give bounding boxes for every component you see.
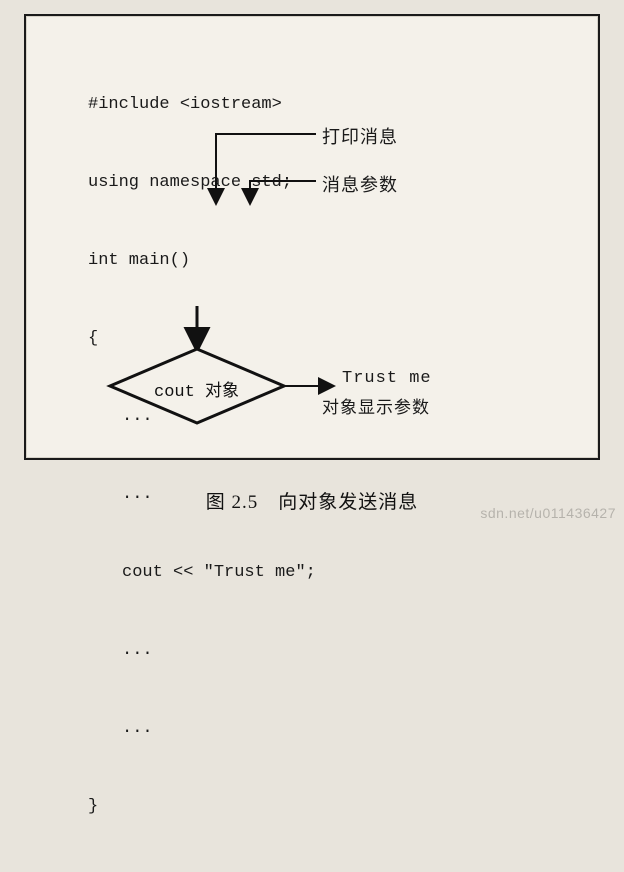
diagram-frame: #include <iostream> using namespace std;… [24, 14, 600, 460]
code-line: ... [88, 716, 316, 742]
code-line: #include <iostream> [88, 92, 316, 118]
annotation-print-message: 打印消息 [322, 123, 398, 149]
annotation-message-param: 消息参数 [322, 171, 398, 197]
diamond-text-en: cout [154, 383, 205, 402]
string-literal: "Trust me" [204, 563, 306, 582]
diamond-label: cout 对象 [154, 376, 239, 402]
code-line: ... [88, 404, 316, 430]
output-text: Trust me [342, 369, 432, 388]
cout-token: cout << [122, 563, 204, 582]
code-line: { [88, 326, 316, 352]
code-block: #include <iostream> using namespace std;… [88, 40, 316, 872]
semicolon: ; [306, 563, 316, 582]
code-line: } [88, 794, 316, 820]
code-line: using namespace std; [88, 170, 316, 196]
code-line: ... [88, 638, 316, 664]
code-line: cout << "Trust me"; [88, 560, 316, 586]
code-line: int main() [88, 248, 316, 274]
diamond-text-cn: 对象 [205, 381, 239, 400]
watermark: sdn.net/u011436427 [480, 505, 616, 521]
output-description: 对象显示参数 [322, 393, 430, 418]
